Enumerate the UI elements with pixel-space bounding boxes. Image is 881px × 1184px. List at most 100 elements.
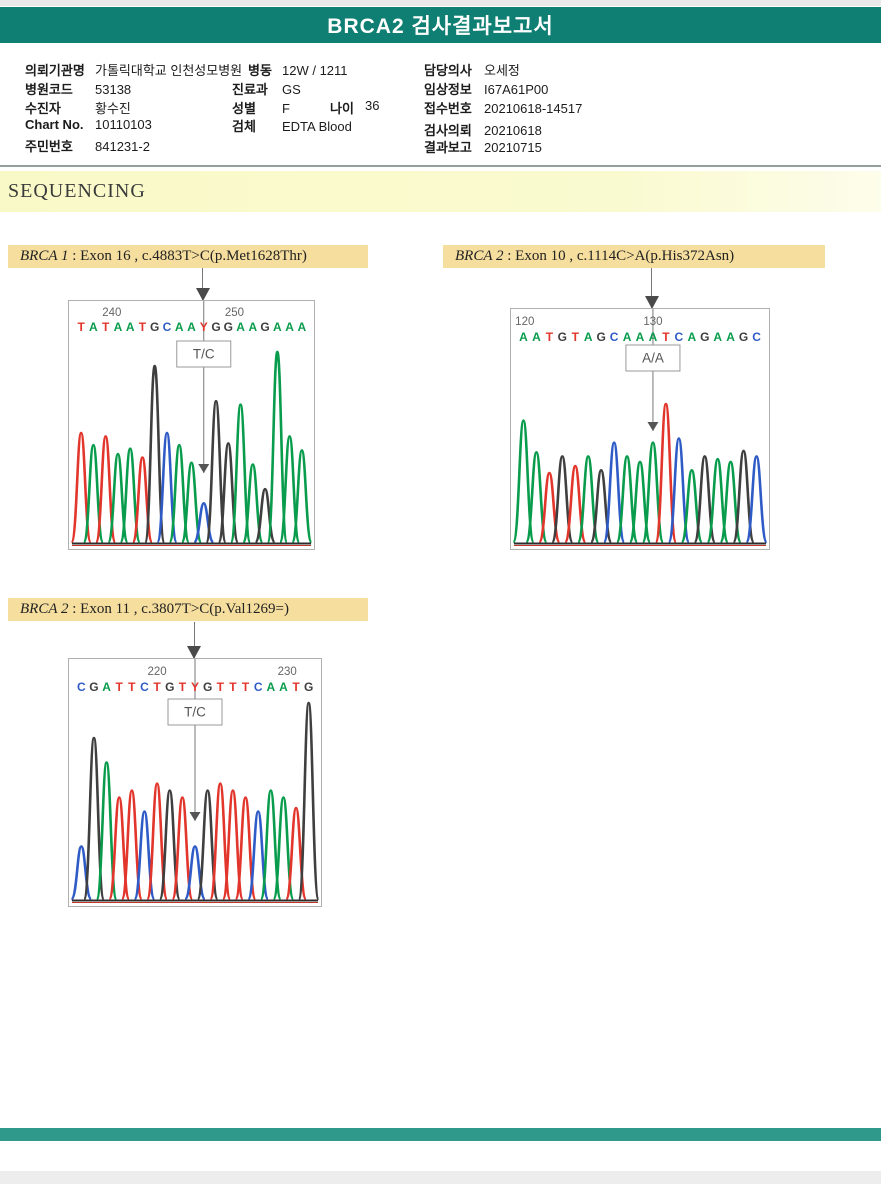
info-label: 접수번호 bbox=[424, 101, 472, 116]
info-label: 수진자 bbox=[25, 101, 61, 116]
chromatogram-plot: 120 130A A T G T A G C A A A T C A G A A G CA/A bbox=[512, 309, 768, 546]
svg-text:Y: Y bbox=[200, 320, 208, 334]
sequencing-title: SEQUENCING bbox=[8, 180, 146, 202]
svg-text:G: G bbox=[700, 330, 709, 344]
svg-text:G: G bbox=[165, 680, 174, 694]
svg-text:A: A bbox=[584, 330, 593, 344]
svg-text:T: T bbox=[662, 330, 670, 344]
svg-text:C: C bbox=[254, 680, 263, 694]
info-label: 임상정보 bbox=[424, 82, 472, 97]
svg-text:T/C: T/C bbox=[193, 347, 215, 362]
info-value: 오세정 bbox=[484, 63, 520, 78]
variant-description: : Exon 16 , c.4883T>C(p.Met1628Thr) bbox=[68, 248, 307, 264]
info-row: 수진자 황수진 bbox=[25, 98, 131, 117]
info-label: 주민번호 bbox=[25, 139, 73, 154]
svg-text:G: G bbox=[558, 330, 567, 344]
svg-text:G: G bbox=[211, 320, 220, 334]
info-value: 10110103 bbox=[95, 117, 152, 132]
variant-arrow bbox=[68, 622, 320, 659]
footer-teal-bar bbox=[0, 1128, 881, 1141]
svg-text:C: C bbox=[752, 330, 761, 344]
info-row: 진료과 GS bbox=[232, 79, 301, 98]
svg-text:A: A bbox=[687, 330, 696, 344]
info-label: 담당의사 bbox=[424, 63, 472, 78]
svg-text:T: T bbox=[179, 680, 187, 694]
svg-text:G: G bbox=[739, 330, 748, 344]
svg-text:A: A bbox=[89, 320, 98, 334]
info-value: I67A61P00 bbox=[484, 82, 549, 97]
svg-text:T: T bbox=[102, 320, 110, 334]
svg-text:A: A bbox=[636, 330, 645, 344]
info-label: 검체 bbox=[232, 119, 256, 134]
svg-text:T: T bbox=[292, 680, 300, 694]
svg-text:A: A bbox=[187, 320, 196, 334]
info-value: 20210618 bbox=[484, 123, 542, 138]
svg-text:T: T bbox=[546, 330, 554, 344]
info-value: 12W / 1211 bbox=[282, 63, 348, 78]
variant-description: : Exon 10 , c.1114C>A(p.His372Asn) bbox=[503, 248, 735, 264]
report-header-bar: BRCA2 검사결과보고서 bbox=[0, 7, 881, 43]
info-row: 병원코드 53138 bbox=[25, 79, 131, 98]
svg-text:A: A bbox=[273, 320, 282, 334]
svg-text:A: A bbox=[236, 320, 245, 334]
info-label: 진료과 bbox=[232, 82, 268, 97]
svg-text:230: 230 bbox=[278, 666, 297, 678]
info-row: 병동 12W / 1211 bbox=[248, 60, 348, 79]
svg-text:G: G bbox=[203, 680, 212, 694]
panel2-label: BRCA 2 : Exon 10 , c.1114C>A(p.His372Asn… bbox=[443, 245, 825, 268]
svg-text:A: A bbox=[126, 320, 135, 334]
info-row: 결과보고 20210715 bbox=[424, 137, 542, 156]
svg-text:T: T bbox=[572, 330, 580, 344]
info-row: Chart No. 10110103 bbox=[25, 117, 152, 132]
svg-text:A: A bbox=[285, 320, 294, 334]
svg-text:120: 120 bbox=[515, 316, 534, 328]
info-value: 36 bbox=[365, 98, 380, 113]
svg-text:C: C bbox=[140, 680, 149, 694]
svg-text:250: 250 bbox=[225, 307, 244, 319]
svg-text:C: C bbox=[163, 320, 172, 334]
svg-text:A: A bbox=[114, 320, 123, 334]
gene-name: BRCA 2 bbox=[20, 601, 69, 617]
svg-text:A: A bbox=[532, 330, 541, 344]
svg-text:C: C bbox=[77, 680, 86, 694]
chromatogram-panel-1: 240 250 T A T A A T G C A A Y G G A A G A A A T/C bbox=[68, 300, 315, 550]
footer-gray-strip bbox=[0, 1171, 881, 1184]
panel1-label: BRCA 1 : Exon 16 , c.4883T>C(p.Met1628Th… bbox=[8, 245, 368, 268]
info-value: 53138 bbox=[95, 82, 132, 97]
svg-text:T: T bbox=[153, 680, 161, 694]
info-value: 20210715 bbox=[484, 140, 542, 155]
info-row: 접수번호 20210618-14517 bbox=[424, 98, 582, 117]
sequencing-band: SEQUENCING bbox=[0, 171, 881, 212]
info-row: 담당의사 오세정 bbox=[424, 60, 520, 79]
variant-arrow bbox=[68, 268, 313, 301]
svg-text:A: A bbox=[266, 680, 275, 694]
svg-text:G: G bbox=[304, 680, 313, 694]
info-value: 841231-2 bbox=[95, 139, 150, 154]
svg-text:G: G bbox=[150, 320, 159, 334]
report-title: BRCA2 검사결과보고서 bbox=[327, 15, 554, 38]
variant-arrow bbox=[510, 268, 768, 309]
svg-text:A: A bbox=[623, 330, 632, 344]
info-row: 임상정보 I67A61P00 bbox=[424, 79, 548, 98]
variant-description: : Exon 11 , c.3807T>C(p.Val1269=) bbox=[68, 601, 289, 617]
svg-text:T: T bbox=[128, 680, 136, 694]
svg-text:G: G bbox=[89, 680, 98, 694]
svg-text:A: A bbox=[519, 330, 528, 344]
chromatogram-panel-2: 120 130 A A T G T A G C A A A T C A G A A G C A/A bbox=[510, 308, 770, 550]
patient-info-section: 의뢰기관명 가톨릭대학교 인천성모병원 병원코드 53138 수진자 황수진 Char… bbox=[0, 50, 881, 165]
svg-text:130: 130 bbox=[643, 316, 662, 328]
svg-text:A: A bbox=[248, 320, 257, 334]
svg-text:T: T bbox=[139, 320, 147, 334]
svg-text:G: G bbox=[260, 320, 269, 334]
svg-text:T/C: T/C bbox=[184, 705, 206, 720]
info-label: Chart No. bbox=[25, 117, 84, 132]
chromatogram-panel-3: 220 230 C G A T T C T G T Y G T T T C A A T G T/C bbox=[68, 658, 322, 907]
svg-text:C: C bbox=[610, 330, 619, 344]
panel3-label: BRCA 2 : Exon 11 , c.3807T>C(p.Val1269=) bbox=[8, 598, 368, 621]
svg-text:A: A bbox=[726, 330, 735, 344]
info-value: F bbox=[282, 101, 290, 116]
info-value: 20210618-14517 bbox=[484, 101, 583, 116]
svg-text:C: C bbox=[675, 330, 684, 344]
svg-text:A: A bbox=[279, 680, 288, 694]
section-divider bbox=[0, 165, 881, 167]
